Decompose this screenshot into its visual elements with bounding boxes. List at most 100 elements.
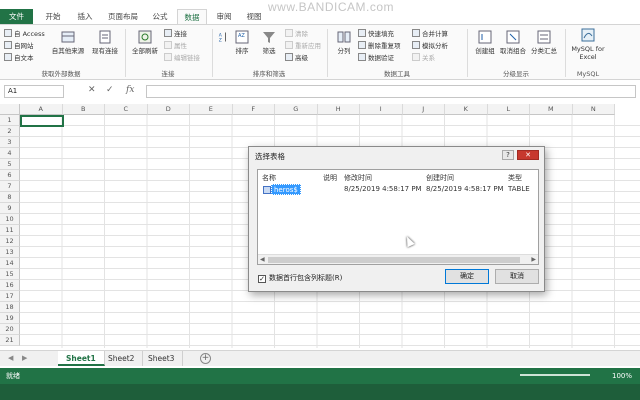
sheet-tab-sheet1[interactable]: Sheet1 [58,351,105,366]
properties-button[interactable]: 属性 [164,41,187,52]
from-access-button[interactable]: 自 Access [4,29,45,40]
scroll-left-icon[interactable]: ◀ [260,255,265,265]
row-header-8[interactable]: 8 [0,192,20,203]
column-header-h[interactable]: H [317,104,360,115]
cancel-icon[interactable]: ✕ [88,85,96,95]
tab-home[interactable]: 开始 [38,9,68,24]
column-header-created[interactable]: 创建时间 [426,173,454,183]
row-header-17[interactable]: 17 [0,291,20,302]
existing-connections-button[interactable]: 现有连接 [90,29,120,55]
consolidate-button[interactable]: 合并计算 [412,29,448,40]
row-header-10[interactable]: 10 [0,214,20,225]
horizontal-scrollbar[interactable]: ◀ ▶ [258,254,538,264]
row-header-3[interactable]: 3 [0,137,20,148]
table-list[interactable]: 名称 说明 修改时间 创建时间 类型 heros$ 8/25/2019 4:58… [257,169,539,265]
row-header-5[interactable]: 5 [0,159,20,170]
ungroup-button[interactable]: 取消组合 [498,29,528,55]
group-button[interactable]: 创建组 [472,29,498,55]
column-header-a[interactable]: A [20,104,63,115]
row-header-4[interactable]: 4 [0,148,20,159]
zoom-slider[interactable] [520,374,590,376]
checkbox-checked-icon[interactable]: ✓ [258,275,266,283]
column-header-i[interactable]: I [360,104,403,115]
column-header-n[interactable]: N [572,104,615,115]
advanced-filter-button[interactable]: 高级 [285,53,308,64]
column-header-name[interactable]: 名称 [262,173,276,183]
tab-formulas[interactable]: 公式 [146,9,174,24]
reapply-button[interactable]: 重新应用 [285,41,321,52]
what-if-analysis-button[interactable]: 模拟分析 [412,41,448,52]
text-to-columns-button[interactable]: 分列 [332,29,356,55]
row-header-9[interactable]: 9 [0,203,20,214]
insert-function-icon[interactable]: fx [126,85,134,95]
prev-sheet-icon[interactable]: ◀ [8,354,13,362]
scroll-right-icon[interactable]: ▶ [531,255,536,265]
zoom-level[interactable]: 100% [612,368,632,384]
column-header-f[interactable]: F [232,104,275,115]
column-header-l[interactable]: L [487,104,530,115]
formula-input[interactable] [146,85,636,98]
mysql-for-excel-button[interactable]: MySQL for Excel [570,27,606,61]
column-header-e[interactable]: E [190,104,233,115]
column-header-modified[interactable]: 修改时间 [344,173,372,183]
select-all-corner[interactable] [0,104,20,115]
column-header-c[interactable]: C [105,104,148,115]
row-header-16[interactable]: 16 [0,280,20,291]
relationships-button[interactable]: 关系 [412,53,435,64]
cancel-button[interactable]: 取消 [495,269,539,284]
filter-button[interactable]: 筛选 [257,29,281,55]
table-row-name[interactable]: heros$ [271,184,301,195]
row-header-19[interactable]: 19 [0,313,20,324]
data-validation-button[interactable]: 数据验证 [358,53,394,64]
tab-page-layout[interactable]: 页面布局 [104,9,142,24]
tab-view[interactable]: 视图 [240,9,268,24]
row-header-21[interactable]: 21 [0,335,20,346]
row-header-11[interactable]: 11 [0,225,20,236]
column-header-m[interactable]: M [530,104,573,115]
column-header-d[interactable]: D [147,104,190,115]
refresh-all-button[interactable]: 全部刷新 [130,29,160,55]
ok-button[interactable]: 确定 [445,269,489,284]
flash-fill-button[interactable]: 快速填充 [358,29,394,40]
row-header-14[interactable]: 14 [0,258,20,269]
from-web-button[interactable]: 自网站 [4,41,34,52]
column-header-description[interactable]: 说明 [323,173,337,183]
column-header-b[interactable]: B [62,104,105,115]
name-box[interactable]: A1 [4,85,64,98]
row-header-12[interactable]: 12 [0,236,20,247]
row-header-1[interactable]: 1 [0,115,20,126]
close-button[interactable]: ✕ [517,150,539,160]
row-header-2[interactable]: 2 [0,126,20,137]
sheet-tab-sheet2[interactable]: Sheet2 [100,351,144,366]
clear-filter-button[interactable]: 清除 [285,29,308,40]
tab-insert[interactable]: 插入 [70,9,100,24]
connections-button[interactable]: 连接 [164,29,187,40]
next-sheet-icon[interactable]: ▶ [22,354,27,362]
selected-cell[interactable] [20,115,64,127]
column-header-g[interactable]: G [275,104,318,115]
row-header-6[interactable]: 6 [0,170,20,181]
sheet-tab-sheet3[interactable]: Sheet3 [140,351,184,366]
tab-review[interactable]: 审阅 [210,9,238,24]
scroll-thumb[interactable] [268,257,520,263]
tab-data[interactable]: 数据 [177,9,207,25]
row-header-18[interactable]: 18 [0,302,20,313]
help-button[interactable]: ? [502,150,514,160]
from-text-button[interactable]: 自文本 [4,53,34,64]
row-header-20[interactable]: 20 [0,324,20,335]
row-header-13[interactable]: 13 [0,247,20,258]
remove-duplicates-button[interactable]: 删除重复项 [358,41,401,52]
add-sheet-button[interactable]: + [200,353,211,364]
enter-icon[interactable]: ✓ [106,85,114,95]
tab-file[interactable]: 文件 [0,9,33,24]
subtotal-button[interactable]: 分类汇总 [528,29,560,55]
row-header-15[interactable]: 15 [0,269,20,280]
sort-az-button[interactable]: AZ [217,29,231,47]
header-row-checkbox[interactable]: ✓ 数据首行包含列标题(R) [258,273,342,283]
column-header-type[interactable]: 类型 [508,173,522,183]
edit-links-button[interactable]: 编辑链接 [164,53,200,64]
sort-button[interactable]: AZ 排序 [231,29,253,55]
from-other-sources-button[interactable]: 自其他来源 [50,29,86,55]
column-header-k[interactable]: K [445,104,488,115]
row-header-7[interactable]: 7 [0,181,20,192]
